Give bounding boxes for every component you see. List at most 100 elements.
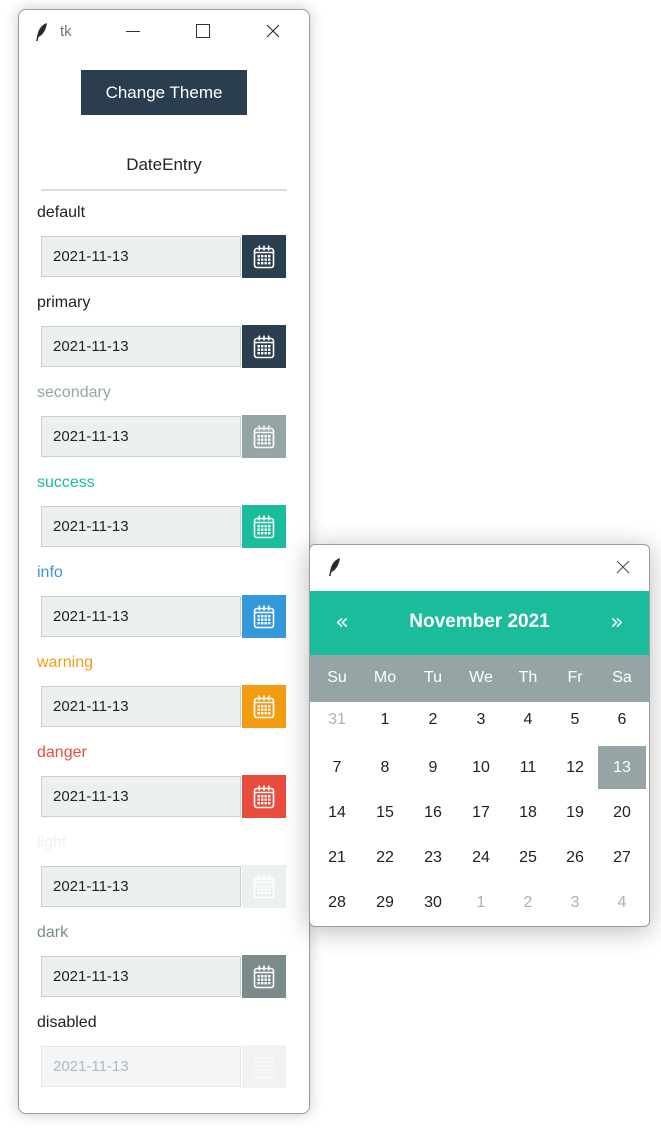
weekday-label: Sa (612, 669, 632, 686)
day-cell[interactable]: 27 (598, 836, 646, 879)
day-cell[interactable]: 31 (313, 698, 361, 741)
divider (41, 189, 287, 191)
day-cell[interactable]: 29 (361, 881, 409, 924)
date-entry-secondary[interactable] (41, 416, 241, 457)
change-theme-button[interactable]: Change Theme (81, 70, 247, 115)
calendar-popup: « November 2021 » Su Mo Tu We Th Fr Sa 31 1 2 3 4 5… (309, 544, 650, 927)
day-cell[interactable]: 14 (313, 791, 361, 834)
section-title: DateEntry (126, 155, 202, 174)
main-window: tk Change Theme DateEntry default primary… (18, 9, 310, 1114)
calendar-button-light[interactable] (242, 865, 286, 908)
calendar-icon (253, 875, 275, 898)
calendar-button-primary[interactable] (242, 325, 286, 368)
day-cell[interactable]: 17 (457, 791, 505, 834)
day-cell[interactable]: 5 (551, 698, 599, 741)
close-icon[interactable] (614, 558, 632, 576)
date-entry-success[interactable] (41, 506, 241, 547)
label-primary: primary (37, 294, 91, 311)
weekday-label: Mo (373, 669, 397, 686)
day-cell[interactable]: 22 (361, 836, 409, 879)
calendar-icon (253, 965, 275, 988)
weekday-label: Tu (423, 669, 443, 686)
maximize-icon[interactable] (196, 24, 210, 38)
popup-title-bar (310, 545, 649, 591)
feather-icon (329, 558, 340, 576)
label-success: success (37, 474, 95, 491)
date-entry-light[interactable] (41, 866, 241, 907)
day-cell[interactable]: 10 (457, 746, 505, 789)
day-cell[interactable]: 20 (598, 791, 646, 834)
weekday-label: We (469, 669, 493, 686)
day-cell[interactable]: 30 (409, 881, 457, 924)
day-cell[interactable]: 19 (551, 791, 599, 834)
date-entry-default[interactable] (41, 236, 241, 277)
label-info: info (37, 564, 63, 581)
calendar-button-warning[interactable] (242, 685, 286, 728)
day-cell[interactable]: 15 (361, 791, 409, 834)
day-cell[interactable]: 3 (551, 881, 599, 924)
weekday-header: Su Mo Tu We Th Fr Sa (310, 655, 649, 702)
day-cell[interactable]: 2 (409, 698, 457, 741)
day-cell[interactable]: 6 (598, 698, 646, 741)
close-icon[interactable] (263, 21, 283, 41)
calendar-button-info[interactable] (242, 595, 286, 638)
calendar-header: « November 2021 » (310, 591, 649, 655)
calendar-button-danger[interactable] (242, 775, 286, 818)
day-cell[interactable]: 4 (504, 698, 552, 741)
label-default: default (37, 204, 86, 221)
day-cell[interactable]: 21 (313, 836, 361, 879)
label-secondary: secondary (37, 384, 111, 401)
day-cell[interactable]: 9 (409, 746, 457, 789)
calendar-icon (253, 425, 275, 448)
calendar-icon (253, 245, 275, 268)
previous-month-button[interactable]: « (327, 609, 357, 637)
title-bar: tk (19, 10, 309, 54)
calendar-button-default[interactable] (242, 235, 286, 278)
weekday-label: Su (327, 669, 347, 686)
day-cell[interactable]: 25 (504, 836, 552, 879)
calendar-icon (253, 1055, 275, 1078)
minimize-icon[interactable] (126, 31, 140, 32)
day-cell[interactable]: 26 (551, 836, 599, 879)
weekday-label: Fr (567, 669, 583, 686)
label-light: light (37, 834, 67, 851)
day-cell[interactable]: 23 (409, 836, 457, 879)
window-title: tk (60, 23, 72, 40)
day-cell[interactable]: 28 (313, 881, 361, 924)
day-cell[interactable]: 1 (361, 698, 409, 741)
label-warning: warning (37, 654, 94, 671)
day-cell[interactable]: 12 (551, 746, 599, 789)
calendar-icon (253, 515, 275, 538)
weekday-label: Th (518, 669, 538, 686)
label-danger: danger (37, 744, 87, 761)
day-cell[interactable]: 2 (504, 881, 552, 924)
date-entry-dark[interactable] (41, 956, 241, 997)
day-cell[interactable]: 24 (457, 836, 505, 879)
day-cell[interactable]: 3 (457, 698, 505, 741)
calendar-button-dark[interactable] (242, 955, 286, 998)
calendar-button-success[interactable] (242, 505, 286, 548)
date-entry-primary[interactable] (41, 326, 241, 367)
day-cell[interactable]: 16 (409, 791, 457, 834)
calendar-icon (253, 335, 275, 358)
calendar-icon (253, 605, 275, 628)
feather-icon (36, 23, 47, 41)
day-cell[interactable]: 4 (598, 881, 646, 924)
next-month-button[interactable]: » (602, 609, 632, 637)
date-entry-info[interactable] (41, 596, 241, 637)
day-cell[interactable]: 13 (598, 746, 646, 789)
day-cell[interactable]: 11 (504, 746, 552, 789)
calendar-button-secondary[interactable] (242, 415, 286, 458)
date-entry-warning[interactable] (41, 686, 241, 727)
label-dark: dark (37, 924, 69, 941)
day-cell[interactable]: 18 (504, 791, 552, 834)
date-entry-disabled (41, 1046, 241, 1087)
day-cell[interactable]: 8 (361, 746, 409, 789)
calendar-button-disabled (242, 1045, 286, 1088)
day-cell[interactable]: 7 (313, 746, 361, 789)
date-entry-danger[interactable] (41, 776, 241, 817)
month-title: November 2021 (409, 611, 550, 632)
label-disabled: disabled (37, 1014, 97, 1031)
day-cell[interactable]: 1 (457, 881, 505, 924)
calendar-icon (253, 785, 275, 808)
